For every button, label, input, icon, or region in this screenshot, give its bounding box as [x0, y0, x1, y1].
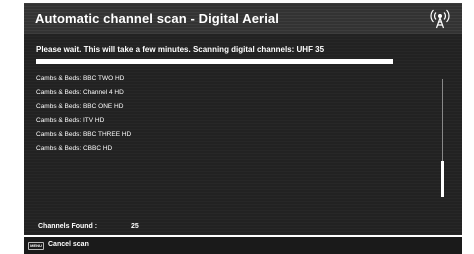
footer-hint-bar: MENU Cancel scan [24, 237, 462, 254]
channel-list-item: Cambs & Beds: BBC ONE HD [36, 103, 124, 110]
scan-dialog: Automatic channel scan - Digital Aerial … [24, 3, 462, 235]
menu-key-icon: MENU [28, 242, 44, 250]
scan-progress-bar [36, 59, 393, 64]
title-bar: Automatic channel scan - Digital Aerial [24, 3, 462, 34]
channel-list-item: Cambs & Beds: BBC THREE HD [36, 131, 132, 138]
channel-list-item: Cambs & Beds: ITV HD [36, 117, 105, 124]
channel-list-item: Cambs & Beds: BBC TWO HD [36, 75, 125, 82]
channels-found-label: Channels Found : [38, 223, 98, 230]
channel-list-item: Cambs & Beds: Channel 4 HD [36, 89, 124, 96]
dialog-title: Automatic channel scan - Digital Aerial [35, 11, 279, 26]
cancel-scan-button[interactable]: Cancel scan [48, 241, 89, 248]
antenna-signal-icon [430, 9, 450, 29]
tv-screen: Automatic channel scan - Digital Aerial … [0, 0, 474, 254]
scrollbar-thumb[interactable] [441, 161, 444, 197]
channels-found-count: 25 [131, 223, 139, 230]
channel-list-item: Cambs & Beds: CBBC HD [36, 145, 113, 152]
scan-progress-fill [36, 59, 393, 64]
scan-status-text: Please wait. This will take a few minute… [36, 45, 325, 54]
channel-list: Cambs & Beds: BBC TWO HD Cambs & Beds: Ch… [36, 75, 416, 159]
